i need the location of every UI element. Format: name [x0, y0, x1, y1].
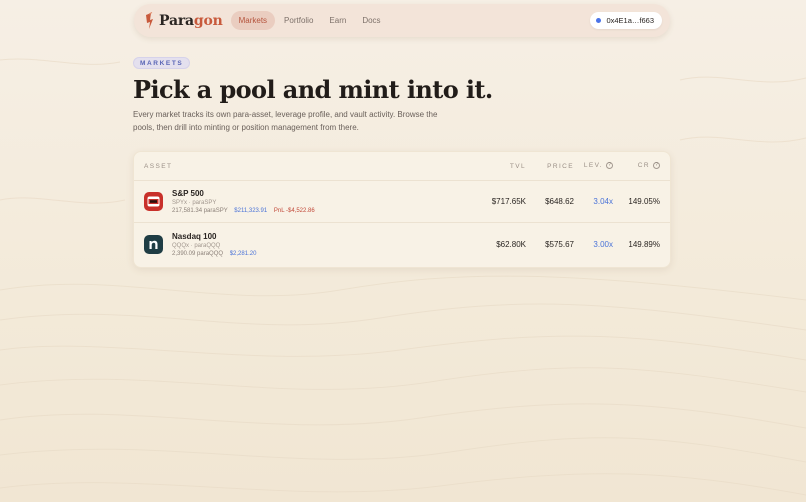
wallet-address: 0x4E1a…f663: [606, 16, 654, 25]
table-header: ASSET TVL PRICE LEV.? CR?: [134, 152, 670, 181]
logo-glyph-icon: [146, 11, 153, 29]
wallet-button[interactable]: 0x4E1a…f663: [590, 12, 662, 29]
page-title: Pick a pool and mint into it.: [133, 75, 493, 104]
wallet-status-dot: [596, 18, 602, 23]
nav-link-portfolio[interactable]: Portfolio: [277, 11, 320, 30]
asset-name: Nasdaq 100: [172, 231, 217, 241]
sp500-icon: [144, 192, 163, 211]
asset-position: 2,390.09 paraQQQ $2,281.20: [172, 251, 256, 257]
nasdaq-icon: [144, 234, 163, 254]
column-header-lev: LEV.?: [574, 162, 613, 170]
markets-table: ASSET TVL PRICE LEV.? CR? S&P 500 SPYx ·…: [133, 151, 671, 268]
asset-name: S&P 500: [172, 189, 204, 198]
table-row[interactable]: S&P 500 SPYx · paraSPY 217,581.34 paraSP…: [134, 181, 670, 223]
asset-pair: SPYx · paraSPY: [172, 200, 217, 206]
cr-cell: 149.89%: [628, 239, 660, 249]
table-row[interactable]: Nasdaq 100 QQQx · paraQQQ 2,390.09 paraQ…: [134, 223, 670, 265]
leverage-cell: 3.00x: [593, 239, 613, 249]
asset-holdings: 217,581.34 paraSPY: [172, 208, 228, 214]
brand-name: Paragon: [159, 12, 223, 29]
asset-value: $211,323.91: [234, 208, 268, 214]
asset-value: $2,281.20: [229, 250, 257, 257]
nav-links: Markets Portfolio Earn Docs: [230, 11, 388, 30]
top-nav: Paragon Markets Portfolio Earn Docs 0x4E…: [134, 4, 670, 37]
tvl-cell: $717.65K: [491, 197, 526, 206]
section-badge: MARKETS: [133, 57, 191, 69]
nav-link-earn[interactable]: Earn: [322, 11, 353, 30]
column-header-tvl: TVL: [509, 162, 526, 170]
asset-pair: QQQx · paraQQQ: [172, 242, 221, 249]
column-header-asset: ASSET: [144, 162, 173, 170]
tvl-cell: $62.80K: [496, 239, 526, 249]
asset-cell: S&P 500 SPYx · paraSPY 217,581.34 paraSP…: [144, 189, 466, 214]
asset-holdings: 2,390.09 paraQQQ: [172, 250, 224, 257]
column-header-price: PRICE: [547, 162, 574, 170]
nav-link-markets[interactable]: Markets: [230, 11, 276, 30]
asset-position: 217,581.34 paraSPY $211,323.91 PnL -$4,5…: [172, 208, 315, 214]
cr-cell: 149.05%: [628, 197, 660, 206]
brand-logo[interactable]: Paragon: [144, 11, 223, 30]
asset-cell: Nasdaq 100 QQQx · paraQQQ 2,390.09 paraQ…: [144, 232, 466, 257]
nav-link-docs[interactable]: Docs: [355, 11, 387, 30]
help-icon[interactable]: ?: [606, 162, 613, 170]
leverage-cell: 3.04x: [593, 197, 613, 206]
help-icon[interactable]: ?: [653, 162, 660, 170]
asset-pnl: PnL -$4,522.86: [273, 208, 315, 214]
price-cell: $648.62: [545, 197, 574, 206]
column-header-cr: CR?: [613, 162, 660, 170]
page-subtitle: Every market tracks its own para-asset, …: [133, 110, 438, 132]
price-cell: $575.67: [545, 239, 574, 249]
